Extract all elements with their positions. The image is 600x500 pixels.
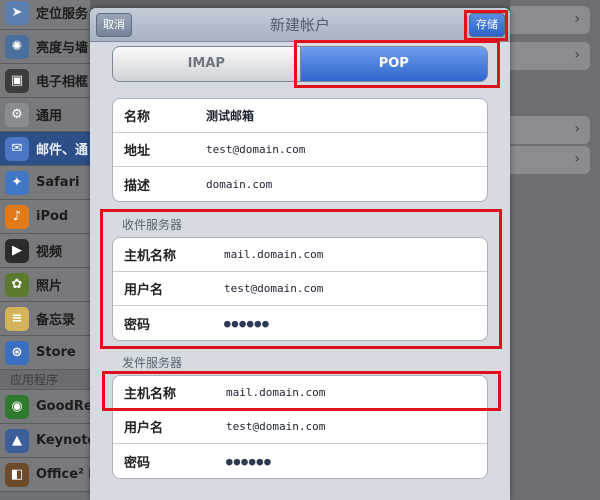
brightness-icon: ✺: [5, 34, 29, 59]
keynote-icon: ▲: [5, 428, 29, 453]
incoming-password-row[interactable]: 密码 ●●●●●●: [113, 306, 487, 340]
picture-frame-icon: ▣: [5, 68, 29, 93]
detail-cell: ›: [510, 42, 590, 70]
incoming-host-row[interactable]: 主机名称 mail.domain.com: [113, 238, 487, 272]
page-title: 新建帐户: [269, 16, 330, 34]
outgoing-username-row[interactable]: 用户名 test@domain.com: [113, 410, 487, 444]
sidebar-item-keynote[interactable]: ▲ Keynote: [0, 424, 90, 458]
sidebar-item-location[interactable]: ➤ 定位服务: [0, 0, 90, 30]
sunflower-icon: ✿: [5, 272, 29, 297]
gear-icon: ⚙: [5, 102, 29, 127]
outgoing-password-field[interactable]: ●●●●●●: [223, 454, 275, 468]
sidebar-item-general[interactable]: ⚙ 通用: [0, 98, 90, 132]
chevron-right-icon: ›: [574, 47, 580, 63]
name-row[interactable]: 名称 测试邮箱: [113, 99, 487, 133]
incoming-username-row[interactable]: 用户名 test@domain.com: [113, 272, 487, 306]
sidebar-item-mail[interactable]: ✉ 邮件、通: [0, 132, 90, 166]
account-info-group: 名称 测试邮箱 地址 test@domain.com 描述 domain.com: [112, 98, 488, 202]
incoming-username-field[interactable]: test@domain.com: [221, 282, 327, 295]
detail-cell: ›: [510, 146, 590, 174]
chevron-right-icon: ›: [574, 121, 580, 137]
compass-icon: ✦: [5, 170, 29, 195]
sidebar-item-store[interactable]: ⊛ Store: [0, 336, 90, 370]
sidebar-item-video[interactable]: ▶ 视频: [0, 234, 90, 268]
store-icon: ⊛: [5, 340, 29, 365]
office-icon: ◧: [5, 462, 29, 487]
detail-cell: ›: [510, 6, 590, 34]
incoming-server-group: 主机名称 mail.domain.com 用户名 test@domain.com…: [112, 237, 488, 341]
address-row[interactable]: 地址 test@domain.com: [113, 133, 487, 167]
description-row[interactable]: 描述 domain.com: [113, 167, 487, 201]
mail-icon: ✉: [5, 136, 29, 161]
outgoing-password-row[interactable]: 密码 ●●●●●●: [113, 444, 487, 478]
protocol-segmented-control: IMAP POP: [112, 46, 488, 82]
music-icon: ♪: [5, 204, 29, 229]
sidebar-item-notes[interactable]: ≡ 备忘录: [0, 302, 90, 336]
notes-icon: ≡: [5, 306, 29, 331]
sidebar-item-office[interactable]: ◧ Office² H: [0, 458, 90, 492]
chevron-right-icon: ›: [574, 151, 580, 167]
new-account-sheet: 新建帐户 取消 存储 IMAP POP 名称 测试邮箱 地址 test@doma…: [90, 8, 510, 500]
settings-sidebar: ➤ 定位服务 ✺ 亮度与墙 ▣ 电子相框 ⚙ 通用 ✉ 邮件、通 ✦ Safar…: [0, 0, 90, 500]
sidebar-item-ipod[interactable]: ♪ iPod: [0, 200, 90, 234]
outgoing-host-row[interactable]: 主机名称 mail.domain.com: [113, 376, 487, 410]
save-button[interactable]: 存储: [469, 13, 505, 37]
segment-imap[interactable]: IMAP: [113, 47, 301, 81]
chevron-right-icon: ›: [574, 11, 580, 27]
incoming-password-field[interactable]: ●●●●●●: [221, 316, 273, 330]
address-field[interactable]: test@domain.com: [203, 143, 309, 156]
outgoing-server-group: 主机名称 mail.domain.com 用户名 test@domain.com…: [112, 375, 488, 479]
name-field[interactable]: 测试邮箱: [203, 107, 258, 124]
detail-cell: ›: [510, 116, 590, 144]
description-field[interactable]: domain.com: [203, 177, 276, 191]
eye-icon: ◉: [5, 394, 29, 419]
sidebar-item-photos[interactable]: ✿ 照片: [0, 268, 90, 302]
outgoing-username-field[interactable]: test@domain.com: [223, 420, 329, 433]
video-icon: ▶: [5, 238, 29, 263]
sidebar-item-goodreader[interactable]: ◉ GoodRe: [0, 390, 90, 424]
sidebar-item-picture-frame[interactable]: ▣ 电子相框: [0, 64, 90, 98]
cancel-button[interactable]: 取消: [96, 13, 132, 37]
segment-pop[interactable]: POP: [300, 47, 487, 81]
incoming-host-field[interactable]: mail.domain.com: [221, 248, 327, 261]
outgoing-server-header: 发件服务器: [122, 356, 183, 370]
outgoing-host-field[interactable]: mail.domain.com: [223, 386, 329, 399]
detail-pane-background: › › › ›: [510, 0, 600, 500]
incoming-server-header: 收件服务器: [122, 218, 183, 232]
location-icon: ➤: [5, 0, 29, 25]
sidebar-section-apps: 应用程序: [0, 370, 90, 390]
sidebar-item-brightness[interactable]: ✺ 亮度与墙: [0, 30, 90, 64]
navigation-bar: 新建帐户 取消 存储: [90, 8, 510, 42]
sidebar-item-safari[interactable]: ✦ Safari: [0, 166, 90, 200]
